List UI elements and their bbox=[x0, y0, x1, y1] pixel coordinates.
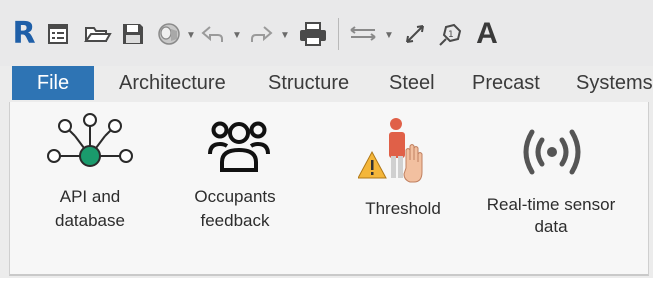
revit-window: R ▼ ▼ ▼ ▼ 1 A File Architecture Structur… bbox=[0, 0, 653, 285]
measure-icon[interactable] bbox=[346, 18, 380, 50]
text-icon[interactable]: A bbox=[470, 18, 504, 50]
tab-precast[interactable]: Precast bbox=[472, 66, 540, 100]
tab-file[interactable]: File bbox=[12, 66, 94, 100]
threshold-button[interactable]: Threshold bbox=[348, 110, 458, 240]
measure-dropdown-icon[interactable]: ▼ bbox=[384, 30, 394, 41]
properties-icon[interactable] bbox=[44, 18, 72, 50]
save-icon[interactable] bbox=[118, 18, 148, 50]
quick-access-toolbar: R ▼ ▼ ▼ ▼ 1 A bbox=[0, 0, 653, 66]
toolbar-separator bbox=[338, 18, 339, 50]
sync-central-icon[interactable] bbox=[154, 18, 184, 50]
threshold-label: Threshold bbox=[365, 199, 441, 218]
text-tool-letter: A bbox=[476, 17, 498, 50]
tab-steel[interactable]: Steel bbox=[389, 66, 435, 100]
ribbon-tab-bar: File Architecture Structure Steel Precas… bbox=[0, 66, 653, 102]
open-folder-icon[interactable] bbox=[82, 18, 114, 50]
svg-text:1: 1 bbox=[448, 30, 454, 40]
ribbon-panel: API and database Occupants feedback Thre… bbox=[9, 102, 649, 276]
tab-structure[interactable]: Structure bbox=[268, 66, 349, 100]
tab-systems[interactable]: Systems bbox=[576, 66, 653, 100]
tag-by-category-icon[interactable]: 1 bbox=[436, 18, 466, 50]
occupants-feedback-label-line1: Occupants bbox=[194, 187, 276, 206]
realtime-sensor-label-line1: Real-time sensor bbox=[486, 195, 616, 214]
aligned-dimension-icon[interactable] bbox=[400, 18, 430, 50]
api-database-button[interactable]: API and database bbox=[28, 110, 152, 240]
undo-dropdown-icon[interactable]: ▼ bbox=[232, 30, 242, 41]
print-icon[interactable] bbox=[296, 18, 330, 50]
occupants-group-icon bbox=[208, 121, 270, 172]
ribbon-bottom-edge bbox=[0, 278, 653, 285]
revit-logo-icon[interactable]: R bbox=[10, 18, 38, 50]
api-database-label-line2: database bbox=[55, 211, 125, 230]
api-network-icon bbox=[47, 113, 133, 167]
redo-icon[interactable] bbox=[246, 18, 276, 50]
revit-logo-letter: R bbox=[12, 16, 36, 51]
realtime-sensor-button[interactable]: Real-time sensor data bbox=[476, 110, 626, 240]
redo-dropdown-icon[interactable]: ▼ bbox=[280, 30, 290, 41]
threshold-warning-icon bbox=[358, 118, 423, 183]
realtime-sensor-label-line2: data bbox=[534, 217, 568, 236]
occupants-feedback-button[interactable]: Occupants feedback bbox=[170, 110, 300, 240]
api-database-label-line1: API and bbox=[59, 187, 121, 206]
wireless-signal-icon bbox=[523, 129, 581, 175]
occupants-feedback-label-line2: feedback bbox=[200, 211, 270, 230]
undo-icon[interactable] bbox=[198, 18, 228, 50]
sync-dropdown-icon[interactable]: ▼ bbox=[186, 30, 196, 41]
tab-architecture[interactable]: Architecture bbox=[119, 66, 226, 100]
